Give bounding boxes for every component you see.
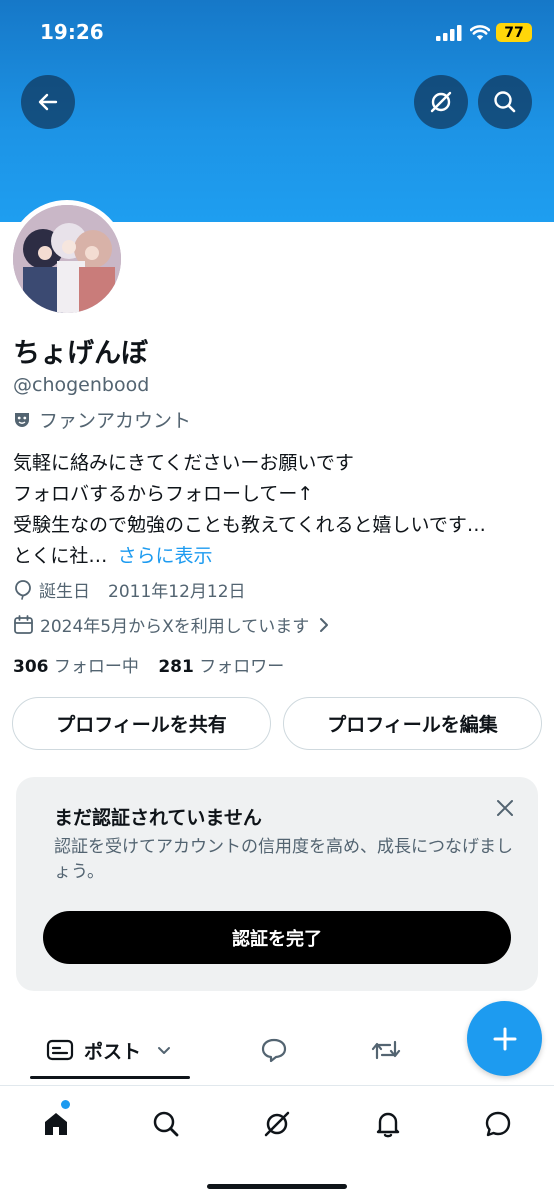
back-arrow-icon <box>38 93 58 111</box>
battery-level: 77 <box>504 24 524 41</box>
bio-line: フォロバするからフォローしてー↑ <box>13 483 314 505</box>
home-icon <box>45 1113 67 1135</box>
notification-dot <box>61 1100 70 1109</box>
search-button[interactable] <box>478 75 532 129</box>
birthday-label: 誕生日 <box>39 582 90 602</box>
wifi-icon <box>470 25 490 40</box>
avatar-image <box>13 205 121 313</box>
search-icon <box>494 91 516 113</box>
tab-posts-label: ポスト <box>84 1040 142 1063</box>
complete-verification-button[interactable]: 認証を完了 <box>43 911 511 964</box>
display-name: ちょげんぼ <box>13 338 148 369</box>
joined-text: 2024年5月からXを利用しています <box>40 617 310 637</box>
verification-title: まだ認証されていません <box>54 807 262 829</box>
tab-replies[interactable] <box>259 1018 289 1082</box>
following-link[interactable]: 306 フォロー中 <box>13 657 139 677</box>
active-tab-indicator <box>30 1076 190 1079</box>
theater-mask-icon <box>15 412 29 427</box>
following-label: フォロー中 <box>53 657 139 677</box>
reply-icon <box>261 1038 287 1063</box>
close-icon[interactable] <box>494 797 516 819</box>
grok-icon <box>264 1111 290 1137</box>
status-bar: 19:26 77 <box>0 0 554 66</box>
chevron-down-icon <box>158 1047 171 1054</box>
birthday-value: 2011年12月12日 <box>108 582 246 602</box>
back-button[interactable] <box>21 75 75 129</box>
balloon-icon <box>15 579 31 600</box>
plus-icon <box>493 1027 516 1050</box>
repost-icon <box>371 1040 401 1060</box>
followers-label: フォロワー <box>199 657 285 677</box>
account-category-label: ファンアカウント <box>39 410 192 432</box>
bell-icon <box>376 1112 400 1138</box>
bio-line: 受験生なので勉強のことも教えてくれると嬉しいです… <box>13 514 486 536</box>
bio-line-last: とくに社… さらに表示 <box>13 541 548 572</box>
followers-link[interactable]: 281 フォロワー <box>158 657 284 677</box>
battery-indicator: 77 <box>496 23 532 42</box>
verification-card: まだ認証されていません 認証を受けてアカウントの信用度を高め、成長につなげましょ… <box>16 777 538 991</box>
home-indicator <box>207 1184 347 1189</box>
nav-search[interactable] <box>146 1104 186 1144</box>
avatar[interactable] <box>8 200 126 318</box>
bottom-navigation <box>0 1090 554 1160</box>
nav-messages[interactable] <box>478 1104 518 1144</box>
show-more-link[interactable]: さらに表示 <box>117 545 212 567</box>
tabs-divider <box>0 1085 554 1086</box>
tab-reposts[interactable] <box>370 1018 402 1082</box>
share-profile-button[interactable]: プロフィールを共有 <box>12 697 271 750</box>
account-category: ファンアカウント <box>13 406 191 433</box>
nav-grok[interactable] <box>257 1104 297 1144</box>
compose-button[interactable] <box>467 1001 542 1076</box>
bio-line: とくに社… <box>13 545 108 567</box>
grok-icon <box>430 91 452 113</box>
followers-count: 281 <box>158 657 194 677</box>
message-icon <box>485 1111 511 1137</box>
birthday-row: 誕生日 2011年12月12日 <box>13 577 246 602</box>
nav-home[interactable] <box>36 1104 76 1144</box>
profile-bio: 気軽に絡みにきてくださいーお願いです フォロバするからフォローしてー↑ 受験生な… <box>13 448 548 572</box>
joined-row[interactable]: 2024年5月からXを利用しています <box>13 612 337 637</box>
grok-button[interactable] <box>414 75 468 129</box>
calendar-icon <box>14 615 33 634</box>
nav-notifications[interactable] <box>368 1104 408 1144</box>
user-handle: @chogenbood <box>13 374 150 396</box>
follow-counts: 306 フォロー中 281 フォロワー <box>13 652 284 677</box>
search-icon <box>153 1111 179 1137</box>
post-card-icon <box>46 1039 74 1061</box>
following-count: 306 <box>13 657 49 677</box>
edit-profile-button[interactable]: プロフィールを編集 <box>283 697 542 750</box>
status-time: 19:26 <box>40 20 104 44</box>
verification-text: 認証を受けてアカウントの信用度を高め、成長につなげましょう。 <box>54 837 513 882</box>
bio-line: 気軽に絡みにきてくださいーお願いです <box>13 452 354 474</box>
tab-posts[interactable]: ポスト <box>46 1018 173 1082</box>
cellular-signal-icon <box>436 25 462 41</box>
chevron-right-icon <box>320 617 329 632</box>
